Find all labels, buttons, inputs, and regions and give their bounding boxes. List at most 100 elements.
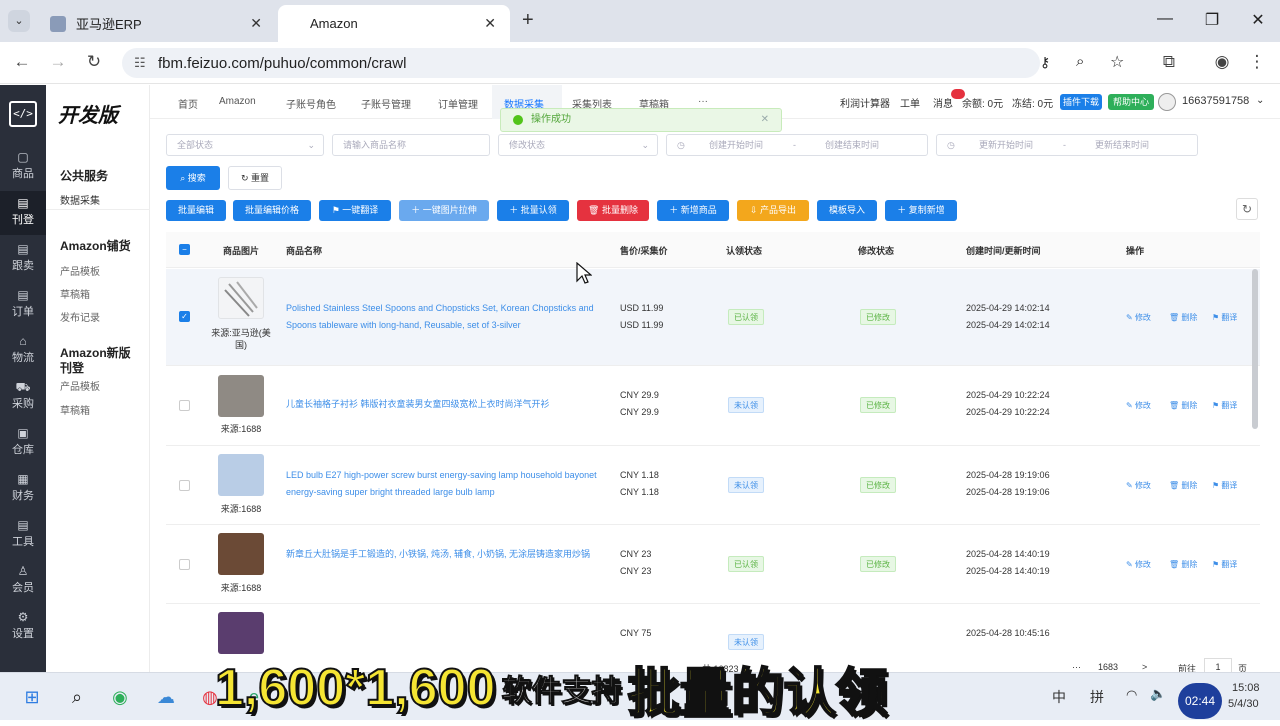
status-select[interactable]: 全部状态 ⌄ (166, 134, 324, 156)
search-button[interactable]: ⌕ 搜索 (166, 166, 220, 190)
submenu-item-template[interactable]: 产品模板 (60, 263, 100, 278)
sidebar-item-finance[interactable]: ▦ 财务 (0, 467, 46, 511)
add-product-button[interactable]: ＋ 新增商品 (657, 200, 729, 221)
tab-erp[interactable]: 亚马逊ERP ✕ (36, 5, 276, 42)
wechat-icon[interactable]: ◉ (106, 683, 134, 711)
close-icon[interactable]: ✕ (761, 109, 769, 131)
new-tab-button[interactable]: + (522, 9, 534, 32)
image-stretch-button[interactable]: ＋ 一键图片拉伸 (399, 200, 489, 221)
table-row[interactable]: ✓ 来源:亚马逊(美国) Polished Stainless Steel Sp… (166, 269, 1260, 366)
minimize-icon[interactable]: — (1155, 10, 1175, 28)
reset-button[interactable]: ↻ 重置 (228, 166, 282, 190)
plugin-download-button[interactable]: 插件下载 (1060, 94, 1102, 110)
delete-link[interactable]: 🗑 删除 (1169, 400, 1197, 411)
table-row[interactable]: 来源:1688 LED bulb E27 high-power screw bu… (166, 446, 1260, 525)
page-ellipsis[interactable]: ··· (1072, 662, 1081, 672)
tab-sub-accounts[interactable]: 子账号管理 (361, 96, 411, 111)
volume-icon[interactable]: 🔈 (1150, 686, 1166, 702)
reload-icon[interactable]: ↻ (83, 52, 105, 72)
close-icon[interactable]: ✕ (250, 15, 262, 32)
delete-link[interactable]: 🗑 删除 (1169, 312, 1197, 323)
copy-add-button[interactable]: ＋ 复制新增 (885, 200, 957, 221)
sidebar-item-member[interactable]: ♙ 会员 (0, 559, 46, 603)
batch-edit-button[interactable]: 批量编辑 (166, 200, 226, 221)
table-row[interactable]: 来源:1688 儿童长袖格子衬衫 韩版衬衣童装男女童四级宽松上衣时尚洋气开衫 C… (166, 366, 1260, 446)
translate-link[interactable]: ⚑ 翻译 (1212, 559, 1237, 570)
create-time-range[interactable]: ◷ 创建开始时间 - 创建结束时间 (666, 134, 928, 156)
edit-link[interactable]: ✎ 修改 (1126, 312, 1151, 323)
delete-link[interactable]: 🗑 删除 (1169, 559, 1197, 570)
sidebar-item-logistics[interactable]: ⌂ 物流 (0, 329, 46, 373)
modify-status-select[interactable]: 修改状态 ⌄ (498, 134, 658, 156)
sidebar-item-product[interactable]: ▢ 商品 (0, 145, 46, 189)
product-image[interactable] (218, 454, 264, 496)
tab-amazon[interactable]: Amazon (219, 96, 256, 107)
tab-amazon[interactable]: Amazon ✕ (278, 5, 510, 42)
product-name-link[interactable]: 儿童长袖格子衬衫 韩版衬衣童装男女童四级宽松上衣时尚洋气开衫 (286, 396, 606, 413)
update-time-range[interactable]: ◷ 更新开始时间 - 更新结束时间 (936, 134, 1198, 156)
refresh-icon[interactable]: ↻ (1236, 198, 1258, 220)
sidebar-item-listing[interactable]: ▤ 刊登 (0, 191, 46, 235)
edit-link[interactable]: ✎ 修改 (1126, 400, 1151, 411)
submenu-item-drafts[interactable]: 草稿箱 (60, 286, 90, 301)
tab-more[interactable]: ··· (698, 96, 708, 107)
page-last[interactable]: 1683 (1098, 662, 1118, 672)
template-import-button[interactable]: 模板导入 (817, 200, 877, 221)
row-checkbox[interactable] (179, 559, 190, 570)
product-name-input[interactable]: 请输入商品名称 (332, 134, 490, 156)
ticket-link[interactable]: 工单 (900, 95, 920, 110)
menu-icon[interactable]: ⋮ (1246, 52, 1268, 72)
export-button[interactable]: ⇩ 产品导出 (737, 200, 809, 221)
product-image[interactable] (218, 277, 264, 319)
account-phone[interactable]: 16637591758 (1182, 95, 1249, 107)
product-image[interactable] (218, 533, 264, 575)
table-scrollbar[interactable] (1252, 269, 1258, 429)
key-icon[interactable]: ⚷ (1040, 54, 1050, 71)
batch-delete-button[interactable]: 🗑 批量删除 (577, 200, 649, 221)
chevron-down-icon[interactable]: ⌄ (1256, 95, 1264, 106)
row-checkbox[interactable] (179, 400, 190, 411)
select-all-checkbox[interactable]: − (179, 244, 190, 255)
tab-order-manage[interactable]: 订单管理 (438, 96, 478, 111)
page-next[interactable]: > (1142, 662, 1147, 672)
help-center-button[interactable]: 帮助中心 (1108, 94, 1154, 110)
url-field[interactable]: ☷ fbm.feizuo.com/puhuo/common/crawl ⚷ ⌕ … (122, 48, 1124, 78)
translate-link[interactable]: ⚑ 翻译 (1212, 312, 1237, 323)
sidebar-item-purchase[interactable]: ⛟ 采购 (0, 375, 46, 419)
search-icon[interactable]: ⌕ (63, 683, 91, 711)
sidebar-item-tools[interactable]: ▤ 工具 (0, 513, 46, 557)
submenu-item-template-new[interactable]: 产品模板 (60, 378, 100, 393)
cloud-icon[interactable]: ☁ (152, 683, 180, 711)
forward-icon[interactable]: → (47, 52, 69, 72)
row-checkbox[interactable]: ✓ (179, 311, 190, 322)
product-name-link[interactable]: LED bulb E27 high-power screw burst ener… (286, 467, 606, 501)
submenu-item-drafts-new[interactable]: 草稿箱 (60, 402, 90, 417)
close-icon[interactable]: ✕ (484, 15, 496, 32)
bookmark-star-icon[interactable]: ☆ (1110, 52, 1124, 72)
row-checkbox[interactable] (179, 480, 190, 491)
submenu-item-publish-log[interactable]: 发布记录 (60, 309, 100, 324)
profit-calculator-link[interactable]: 利润计算器 (840, 95, 890, 110)
submenu-item-data-collect[interactable]: 数据采集 (60, 192, 100, 207)
translate-link[interactable]: ⚑ 翻译 (1212, 400, 1237, 411)
tab-home[interactable]: 首页 (178, 96, 198, 111)
delete-link[interactable]: 🗑 删除 (1169, 480, 1197, 491)
tab-sub-roles[interactable]: 子账号角色 (286, 96, 336, 111)
window-close-icon[interactable]: ✕ (1248, 10, 1268, 30)
zoom-icon[interactable]: ⌕ (1076, 53, 1084, 70)
batch-claim-button[interactable]: ＋ 批量认领 (497, 200, 569, 221)
back-icon[interactable]: ← (11, 52, 33, 72)
ime-pinyin[interactable]: 拼 (1090, 687, 1104, 707)
restore-icon[interactable]: ❐ (1202, 10, 1222, 30)
translate-link[interactable]: ⚑ 翻译 (1212, 480, 1237, 491)
product-image[interactable] (218, 375, 264, 417)
batch-edit-price-button[interactable]: 批量编辑价格 (233, 200, 311, 221)
product-image[interactable] (218, 612, 264, 654)
product-name-link[interactable]: 新章丘大肚锅是手工锻造的, 小铁锅, 炖汤, 辅食, 小奶锅, 无涂层铸造家用炒… (286, 546, 606, 563)
avatar[interactable] (1158, 93, 1176, 111)
sidebar-item-follow[interactable]: ▤ 跟卖 (0, 237, 46, 281)
site-info-icon[interactable]: ☷ (134, 55, 146, 71)
sidebar-item-orders[interactable]: ▤ 订单 (0, 283, 46, 327)
wifi-icon[interactable]: ◠ (1126, 687, 1137, 703)
profile-icon[interactable]: ◉ (1211, 52, 1233, 72)
